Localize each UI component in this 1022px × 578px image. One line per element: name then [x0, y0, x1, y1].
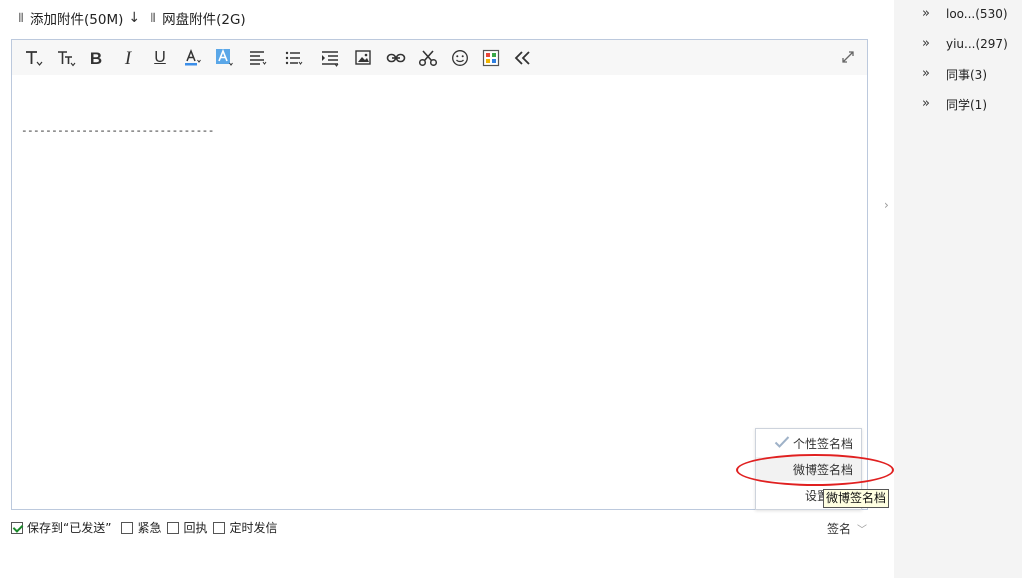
double-chevron-icon: »	[922, 6, 930, 21]
contact-group-label: loo...(530)	[946, 7, 1008, 21]
emoji-icon[interactable]	[448, 47, 472, 69]
option-urgent[interactable]: 紧急	[121, 519, 161, 536]
double-chevron-icon: »	[922, 96, 930, 111]
contact-group-item[interactable]: » yiu...(297)	[922, 36, 1008, 52]
down-arrow-icon[interactable]: ↓	[128, 10, 140, 26]
signature-dropdown-label: 签名	[827, 522, 852, 536]
double-chevron-icon: »	[922, 36, 930, 51]
contact-group-label: 同事(3)	[946, 67, 987, 82]
mail-editor[interactable]: B I U --------------------------------	[11, 39, 868, 510]
contact-group-label: 同学(1)	[946, 97, 987, 112]
underline-icon[interactable]: U	[148, 47, 172, 69]
editor-content[interactable]: --------------------------------	[21, 124, 214, 137]
attachment-bar: ⦀ 添加附件(50M) ↓ ⦀ 网盘附件(2G)	[14, 8, 246, 28]
option-label: 保存到“已发送”	[27, 521, 112, 535]
contact-group-item[interactable]: » 同事(3)	[922, 66, 987, 82]
list-icon[interactable]	[282, 47, 306, 69]
font-color-icon[interactable]	[180, 47, 204, 69]
option-save-to-sent[interactable]: 保存到“已发送”	[11, 519, 111, 536]
italic-icon[interactable]: I	[116, 47, 140, 69]
option-label: 定时发信	[229, 521, 278, 535]
contact-group-item[interactable]: » 同学(1)	[922, 96, 987, 112]
contact-sidebar: » loo...(530) » yiu...(297) » 同事(3) » 同学…	[894, 0, 1022, 578]
contact-group-label: yiu...(297)	[946, 37, 1008, 51]
contact-group-item[interactable]: » loo...(530)	[922, 6, 1008, 22]
background-color-icon[interactable]	[212, 47, 236, 69]
option-receipt[interactable]: 回执	[167, 519, 207, 536]
align-icon[interactable]	[246, 47, 270, 69]
link-icon[interactable]	[384, 47, 408, 69]
cut-icon[interactable]	[416, 47, 440, 69]
checkbox[interactable]	[213, 521, 226, 534]
signature-option-personal[interactable]: 个性签名档	[756, 431, 861, 455]
signature-dropdown[interactable]: 签名 ﹀	[827, 520, 867, 537]
option-label: 紧急	[137, 521, 162, 535]
send-options: 保存到“已发送” 紧急 回执 定时发信	[11, 519, 283, 536]
bold-icon[interactable]: B	[84, 47, 108, 69]
option-scheduled-send[interactable]: 定时发信	[213, 519, 277, 536]
add-attachment-link[interactable]: 添加附件(50M)	[30, 8, 123, 28]
paperclip-icon: ⦀	[150, 10, 156, 25]
tooltip: 微博签名档	[823, 489, 890, 508]
signature-option-weibo[interactable]: 微博签名档	[756, 457, 861, 481]
editor-toolbar: B I U	[12, 40, 867, 75]
collapse-icon[interactable]	[511, 47, 535, 69]
font-size-icon[interactable]	[54, 47, 78, 69]
checkbox[interactable]	[167, 521, 180, 534]
paperclip-icon: ⦀	[18, 10, 24, 25]
checkmark-icon	[774, 435, 790, 452]
indent-icon[interactable]	[318, 47, 342, 69]
chevron-down-icon: ﹀	[857, 525, 868, 536]
option-label: 回执	[183, 521, 208, 535]
signature-option-label: 微博签名档	[792, 462, 853, 477]
signature-option-label: 个性签名档	[792, 436, 853, 451]
image-icon[interactable]	[352, 47, 376, 69]
chevron-right-icon[interactable]: ›	[884, 198, 894, 212]
checkbox[interactable]	[121, 521, 134, 534]
netdisk-attachment-link[interactable]: 网盘附件(2G)	[162, 8, 246, 28]
template-icon[interactable]	[479, 47, 503, 69]
font-family-icon[interactable]	[22, 47, 46, 69]
expand-icon[interactable]	[841, 50, 857, 66]
double-chevron-icon: »	[922, 66, 930, 81]
checkbox[interactable]	[11, 521, 23, 534]
